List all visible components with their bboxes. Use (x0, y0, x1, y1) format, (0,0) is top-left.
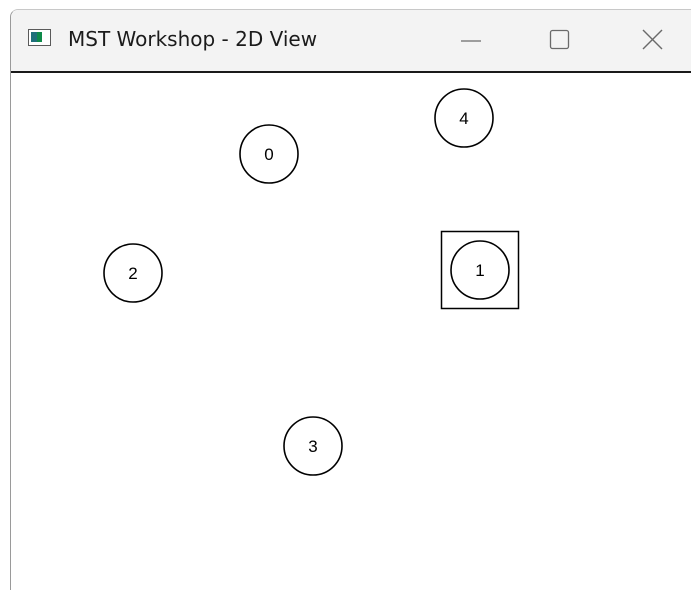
close-button[interactable] (630, 20, 676, 60)
graph-node-0[interactable]: 0 (239, 124, 299, 184)
minimize-button[interactable] (448, 20, 494, 60)
title-bar[interactable]: MST Workshop - 2D View (11, 10, 691, 71)
node-label: 0 (264, 145, 273, 164)
node-label: 2 (128, 264, 137, 283)
graph-node-4[interactable]: 4 (434, 88, 494, 148)
graph-node-3[interactable]: 3 (283, 416, 343, 476)
window-title: MST Workshop - 2D View (68, 27, 318, 51)
node-label: 4 (459, 109, 468, 128)
maximize-icon (549, 29, 570, 50)
graph-node-1[interactable]: 1 (440, 230, 520, 310)
graph-canvas[interactable]: 0 1 2 3 4 (11, 73, 691, 590)
node-label: 3 (308, 437, 317, 456)
app-window: MST Workshop - 2D View 0 1 2 3 4 (10, 9, 691, 590)
graph-view[interactable]: 0 1 2 3 4 (11, 73, 691, 590)
node-label: 1 (475, 261, 484, 280)
maximize-button[interactable] (537, 20, 583, 60)
app-window-icon (28, 29, 51, 46)
graph-node-2[interactable]: 2 (103, 243, 163, 303)
minimize-icon (461, 40, 481, 42)
close-icon (642, 29, 663, 50)
